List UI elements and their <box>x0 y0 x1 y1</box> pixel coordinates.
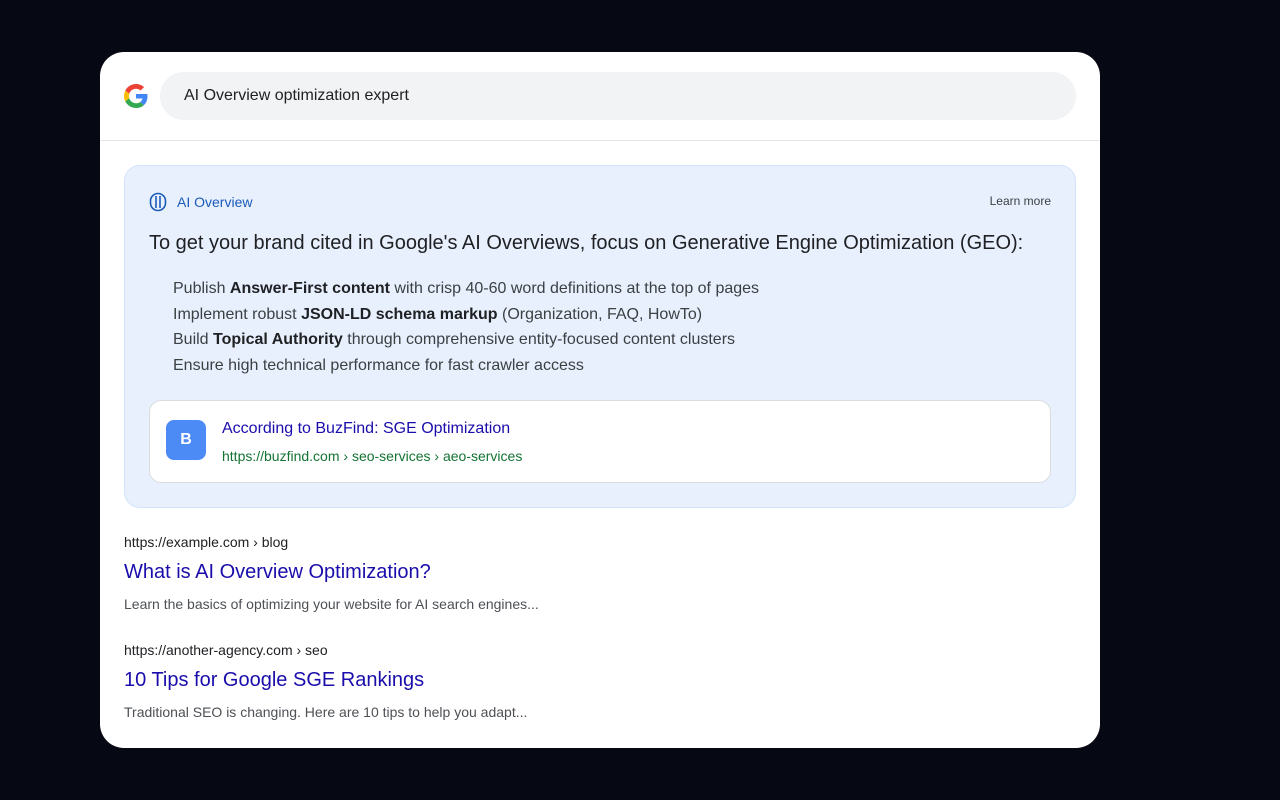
result-snippet: Traditional SEO is changing. Here are 10… <box>124 704 528 720</box>
ai-overview-panel: AI Overview Learn more To get your brand… <box>124 165 1076 508</box>
result-title-link[interactable]: What is AI Overview Optimization? <box>124 561 539 584</box>
search-result: https://example.com › blog What is AI Ov… <box>124 534 539 612</box>
search-results-window: AI Overview optimization expert AI Overv… <box>100 52 1100 748</box>
search-query-text: AI Overview optimization expert <box>184 87 409 104</box>
search-input[interactable]: AI Overview optimization expert <box>160 72 1076 120</box>
ai-overview-header: AI Overview <box>149 192 252 212</box>
source-citation-card[interactable]: B According to BuzFind: SGE Optimization… <box>149 400 1051 483</box>
search-header: AI Overview optimization expert <box>100 52 1100 141</box>
list-item: Implement robust JSON-LD schema markup (… <box>173 305 703 323</box>
list-item: Publish Answer-First content with crisp … <box>173 280 760 297</box>
source-url: https://buzfind.com › seo-services › aeo… <box>222 448 523 464</box>
list-item: Ensure high technical performance for fa… <box>173 357 584 375</box>
ai-overview-summary: To get your brand cited in Google's AI O… <box>149 232 1024 254</box>
result-title-link[interactable]: 10 Tips for Google SGE Rankings <box>124 669 527 692</box>
google-logo-icon[interactable] <box>124 84 148 108</box>
list-item: Build Topical Authority through comprehe… <box>173 331 736 349</box>
search-result: https://another-agency.com › seo 10 Tips… <box>124 642 527 720</box>
ai-overview-label: AI Overview <box>177 194 253 210</box>
source-favicon: B <box>166 420 206 460</box>
ai-overview-icon <box>149 192 167 212</box>
result-url: https://another-agency.com › seo <box>124 642 328 658</box>
source-title-link[interactable]: According to BuzFind: SGE Optimization <box>222 420 510 438</box>
result-snippet: Learn the basics of optimizing your webs… <box>124 596 539 612</box>
ai-overview-list: Publish Answer-First content with crisp … <box>173 276 759 379</box>
learn-more-link[interactable]: Learn more <box>990 194 1051 208</box>
result-url: https://example.com › blog <box>124 534 289 550</box>
